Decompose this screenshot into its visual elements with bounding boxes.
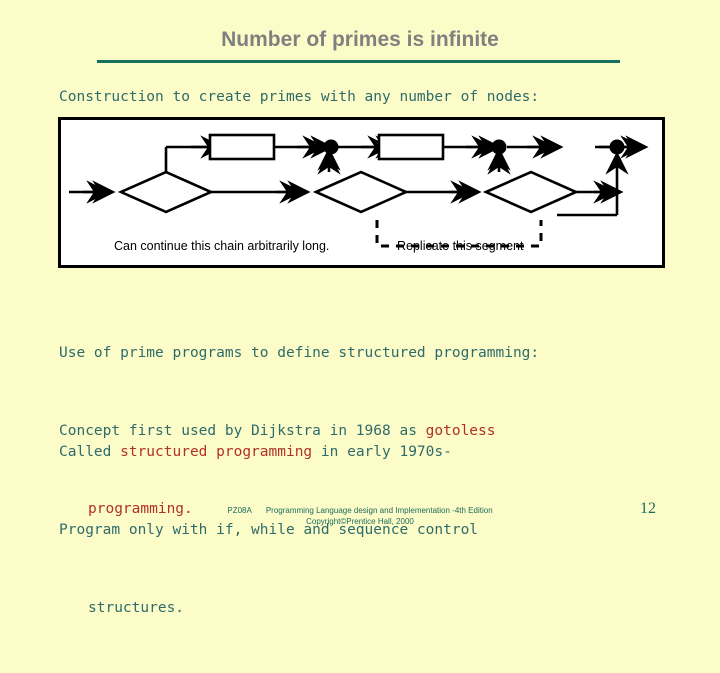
block-b-line-1: Called structured programming in early 1… xyxy=(59,439,478,465)
footer-line-1: PZ08A Programming Language design and Imp… xyxy=(0,505,720,516)
footer-course-code: PZ08A xyxy=(227,506,252,515)
footer-book-title: Programming Language design and Implemen… xyxy=(265,506,493,515)
junction-node-1 xyxy=(323,139,339,155)
footer-copyright: Copyright©Prentice Hall, 2000 xyxy=(306,517,414,526)
block-b-line-1-plain-a: Called xyxy=(59,444,121,460)
flowchart-diagram: Can continue this chain arbitrarily long… xyxy=(58,117,665,268)
slide: Number of primes is infinite Constructio… xyxy=(0,0,720,616)
footer: PZ08A Programming Language design and Imp… xyxy=(0,505,720,527)
title-divider xyxy=(97,60,620,63)
block-b-line-1-plain-b: in early 1970s- xyxy=(312,444,452,460)
caption-replicate: Replicate this segment xyxy=(397,239,524,253)
block-b-line-3: structures. xyxy=(88,600,185,616)
lead-text: Construction to create primes with any n… xyxy=(59,89,540,105)
body-block-b: Called structured programming in early 1… xyxy=(59,387,478,673)
junction-node-3 xyxy=(609,139,625,155)
page-number: 12 xyxy=(640,500,656,517)
caption-chain: Can continue this chain arbitrarily long… xyxy=(114,239,330,253)
block-a-line-1: Use of prime programs to define structur… xyxy=(59,345,540,361)
page-title: Number of primes is infinite xyxy=(221,28,499,51)
block-b-line-1-highlight: structured programming xyxy=(120,444,313,460)
junction-node-2 xyxy=(491,139,507,155)
